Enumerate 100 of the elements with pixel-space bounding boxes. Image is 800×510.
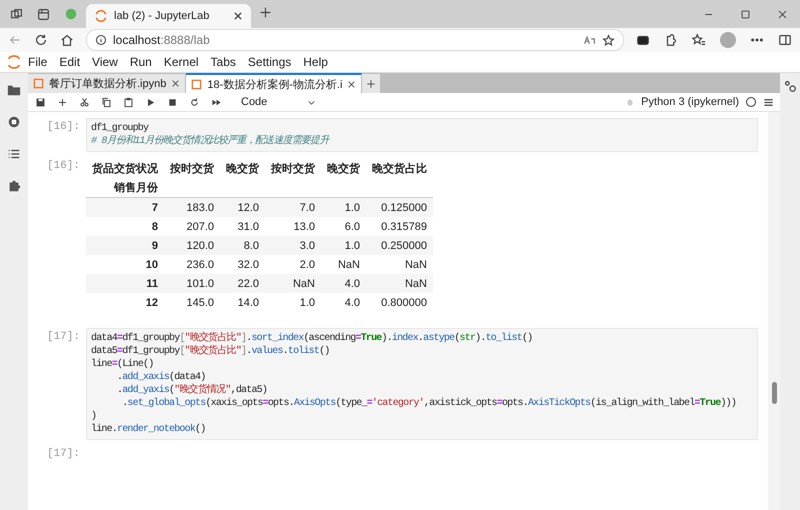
kernel-name[interactable]: Python 3 (ipykernel) [641,96,739,108]
table-cell: 4.0 [321,274,366,293]
code-line: line.render_notebook() [91,423,206,436]
table-cell: 13.0 [265,217,321,236]
table-cell: 31.0 [220,217,265,236]
row-index: 8 [86,217,164,236]
execution-prompt: [17]: [46,447,81,461]
table-cell: 8.0 [220,236,265,255]
row-index: 11 [86,274,164,293]
notebook-tab[interactable]: 18-数据分析案例-物流分析.i [186,73,362,93]
row-index: 12 [86,293,164,312]
code-line: ) [91,410,98,423]
table-cell: 207.0 [164,217,220,236]
column-header: 按时交货 [168,162,215,177]
puzzle-icon[interactable] [7,179,21,193]
table-cell: 0.800000 [366,293,433,312]
close-icon[interactable] [233,11,243,21]
maximize-icon[interactable] [740,8,751,20]
table-cell: NaN [265,274,321,293]
close-icon[interactable] [171,79,180,88]
table-cell: 22.0 [220,274,265,293]
table-cell: NaN [321,255,366,274]
new-launcher-icon[interactable] [366,78,376,88]
puzzle-icon[interactable] [664,33,678,47]
execution-prompt: [16]: [46,120,81,134]
cut-icon[interactable] [79,96,90,108]
table-cell: 3.0 [265,236,321,255]
row-index: 7 [86,198,164,217]
execution-prompt: [16]: [46,159,81,173]
code-line: line=(Line() [91,358,154,371]
table-cell: 236.0 [164,255,220,274]
row-index: 9 [86,236,164,255]
add-icon[interactable] [57,96,68,108]
kernel-status-icon [745,96,757,108]
table-cell: 1.0 [265,293,321,312]
notebook-icon [33,78,44,89]
code-line: data4=df1_groupby["晚交货占比"].sort_index(ascending=True).index.astype(str).to_list() [91,332,534,344]
close-icon[interactable] [347,80,356,88]
row-index: 10 [86,255,164,274]
table-cell: 101.0 [164,274,220,293]
code-cell[interactable]: df1_groupby # 8月份和11月份晚交货情况比较严重，配送速度需要提升 [86,118,758,152]
column-header: 晚交货 [225,162,260,177]
stop-icon[interactable] [167,96,178,108]
code-line: .set_global_opts(xaxis_opts=opts.AxisOpts(type_='category',axistick_opts=opts.AxisTickOpts(is_align_with_label=True))) [121,397,738,410]
table-cell: 2.0 [265,255,321,274]
code-line: df1_groupby [91,122,150,134]
menu-item[interactable]: View [86,55,124,69]
save-icon[interactable] [35,96,46,108]
table-cell: 32.0 [220,255,265,274]
menu-item[interactable]: Tabs [204,55,242,69]
column-header: 货品交货状况 [91,162,159,177]
favorite-star-icon[interactable] [602,34,615,46]
table-cell: 1.0 [321,236,366,255]
restart-icon[interactable] [189,96,200,108]
menu-item[interactable]: Edit [53,55,86,69]
menu-item[interactable]: Help [297,55,334,69]
menu-icon[interactable] [763,96,774,108]
notebook-icon [191,78,202,90]
reload-icon[interactable] [34,33,48,47]
close-icon[interactable] [777,8,788,20]
workspaces-icon[interactable] [10,8,23,20]
stop-circle-icon[interactable] [7,115,21,129]
list-icon[interactable] [7,147,21,161]
new-tab-icon[interactable] [259,6,272,19]
play-icon[interactable] [145,96,156,108]
menu-item[interactable]: Settings [242,55,298,69]
browser-tab[interactable]: lab (2) - JupyterLab [86,4,251,28]
read-aloud-icon[interactable] [583,34,596,46]
menu-item[interactable]: Kernel [158,55,205,69]
column-header: 晚交货 [326,162,361,177]
code-line: .add_yaxis("晚交货情况",data5) [116,384,268,397]
cell-type-dropdown[interactable]: Code [237,96,320,108]
column-header: 晚交货占比 [371,162,428,177]
table-cell: 145.0 [164,293,220,312]
address-bar[interactable]: localhost:8888/lab [86,29,624,51]
execution-prompt: [17]: [46,330,81,344]
sidebar-icon[interactable] [778,33,792,47]
table-cell: 1.0 [321,198,366,217]
column-header: 按时交货 [270,162,316,177]
menu-item[interactable]: Run [124,55,158,69]
table-cell: 0.250000 [366,236,433,255]
table-cell: 7.0 [265,198,321,217]
home-icon[interactable] [60,33,74,47]
table-cell: 12.0 [220,198,265,217]
table-cell: 14.0 [220,293,265,312]
table-cell: 6.0 [321,217,366,236]
code-line: data5=df1_groupby["晚交货占比"].values.tolist() [91,345,330,358]
info-icon[interactable] [95,34,107,46]
tab-actions-icon[interactable] [37,8,50,20]
table-cell: 0.315789 [366,217,433,236]
copy-icon[interactable] [101,96,112,108]
scrollbar-thumb[interactable] [772,382,776,404]
paste-icon[interactable] [123,96,134,108]
folder-icon[interactable] [7,83,21,97]
favorites-icon[interactable] [692,33,706,47]
code-line: # 8月份和11月份晚交货情况比较严重，配送速度需要提升 [91,135,331,148]
code-cell[interactable] [86,328,758,440]
table-cell: 4.0 [321,293,366,312]
notebook-tab[interactable]: 餐厅订单数据分析.ipynb [28,74,186,93]
menu-item[interactable]: File [22,55,54,69]
